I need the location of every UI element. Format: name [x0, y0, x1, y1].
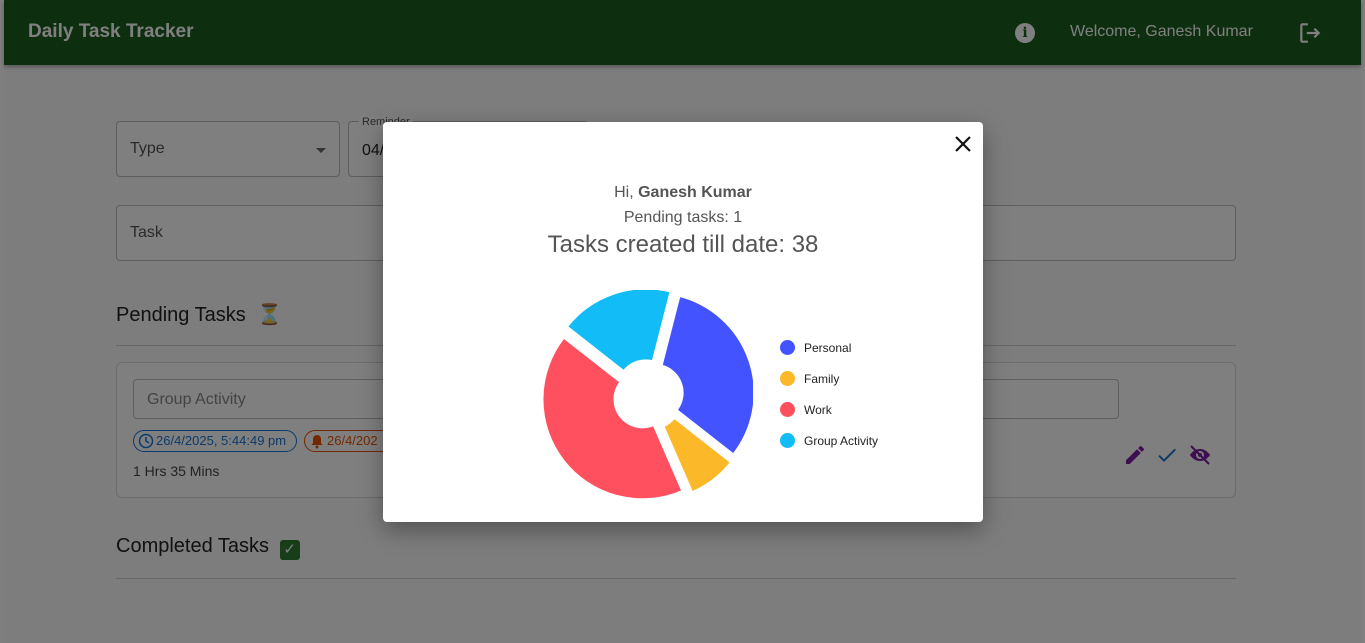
legend-label: Personal	[804, 341, 852, 355]
legend-label: Family	[804, 372, 840, 386]
task-pie-chart	[543, 290, 753, 500]
legend-label: Work	[804, 403, 832, 417]
stats-dialog: Hi, Ganesh Kumar Pending tasks: 1 Tasks …	[383, 122, 983, 522]
pending-count: Pending tasks: 1	[623, 209, 743, 226]
tasks-created: Tasks created till date: 38	[547, 231, 819, 258]
greeting-prefix: Hi,	[614, 184, 639, 201]
legend-dot	[780, 340, 795, 355]
user-name: Ganesh Kumar	[638, 184, 752, 201]
close-icon[interactable]	[951, 132, 975, 156]
greeting: Hi, Ganesh Kumar	[383, 184, 983, 202]
legend-label: Group Activity	[804, 434, 879, 448]
legend-dot	[780, 371, 795, 386]
legend-dot	[780, 433, 795, 448]
legend-dot	[780, 402, 795, 417]
